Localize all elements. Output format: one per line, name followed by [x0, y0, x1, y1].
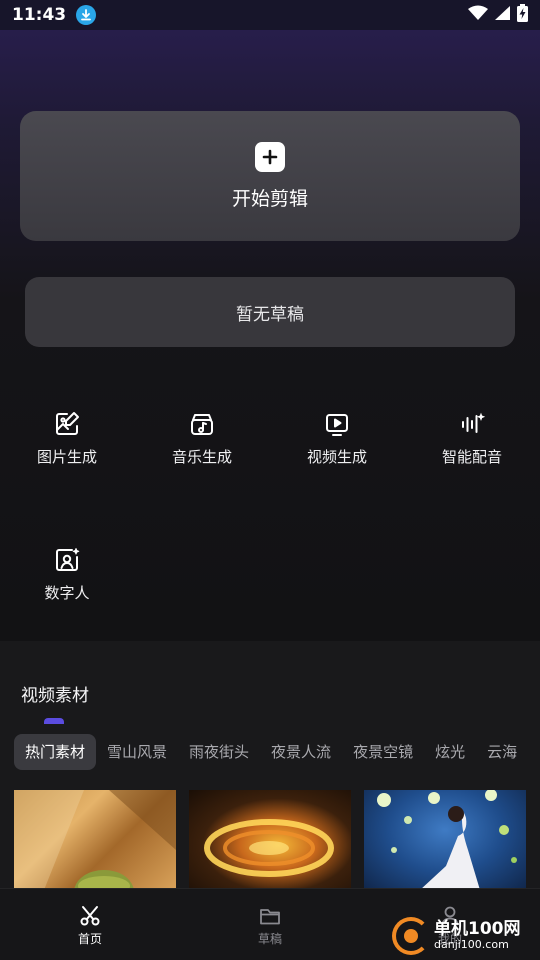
- tab-sea-of-clouds[interactable]: 云海: [476, 734, 528, 770]
- materials-tabs: 热门素材 雪山风景 雨夜街头 夜景人流 夜景空镜 炫光 云海: [14, 734, 528, 770]
- folder-icon: [260, 909, 280, 925]
- tab-indicator: [44, 718, 64, 724]
- material-thumbnail[interactable]: [14, 790, 176, 890]
- tool-video-generate[interactable]: 视频生成: [282, 410, 392, 467]
- tab-hot[interactable]: 热门素材: [14, 734, 97, 770]
- music-icon: [191, 414, 213, 435]
- tool-label: 视频生成: [306, 448, 367, 466]
- tab-night-crowd[interactable]: 夜景人流: [260, 734, 342, 770]
- start-edit-label: 开始剪辑: [231, 187, 308, 210]
- wifi-icon: [468, 5, 488, 26]
- status-bar: 11:43: [0, 0, 540, 30]
- material-thumbnail[interactable]: [189, 790, 351, 890]
- nav-label: 首页: [77, 932, 102, 946]
- image-edit-icon: [56, 412, 79, 435]
- video-spark-icon: [326, 414, 348, 436]
- material-thumbnail[interactable]: [364, 790, 526, 890]
- watermark-url: danji100.com: [434, 937, 509, 951]
- download-icon: [76, 5, 97, 25]
- nav-home[interactable]: 首页: [50, 905, 130, 947]
- battery-charging-icon: [517, 3, 528, 27]
- nav-drafts[interactable]: 草稿: [230, 905, 310, 947]
- tool-label: 图片生成: [36, 448, 97, 466]
- tool-smart-dubbing[interactable]: 智能配音: [417, 410, 527, 467]
- tab-night-empty-shot[interactable]: 夜景空镜: [342, 734, 424, 770]
- status-time: 11:43: [12, 5, 67, 25]
- plus-icon: [255, 141, 285, 172]
- tab-glare[interactable]: 炫光: [424, 734, 476, 770]
- nav-label: 草稿: [257, 932, 282, 946]
- watermark-name: 单机100网: [434, 919, 521, 940]
- tool-digital-human[interactable]: 数字人: [12, 546, 122, 603]
- watermark-logo-icon: [392, 916, 430, 955]
- voice-wave-icon: [462, 412, 486, 433]
- signal-icon: [494, 5, 511, 26]
- scissors-icon: [80, 906, 100, 926]
- tool-label: 数字人: [44, 584, 90, 602]
- site-watermark: 单机100网 danji100.com: [392, 913, 538, 958]
- tab-rainy-street[interactable]: 雨夜街头: [178, 734, 260, 770]
- tool-music-generate[interactable]: 音乐生成: [147, 410, 257, 467]
- tool-label: 音乐生成: [171, 448, 232, 466]
- section-title: 视频素材: [21, 686, 89, 706]
- draft-empty-label: 暂无草稿: [236, 304, 304, 325]
- tool-image-generate[interactable]: 图片生成: [12, 410, 122, 467]
- tab-snow-mountain[interactable]: 雪山风景: [96, 734, 178, 770]
- tool-label: 智能配音: [441, 448, 502, 466]
- digital-person-icon: [56, 548, 80, 571]
- draft-card[interactable]: 暂无草稿: [25, 277, 515, 347]
- start-edit-button[interactable]: 开始剪辑: [20, 111, 520, 241]
